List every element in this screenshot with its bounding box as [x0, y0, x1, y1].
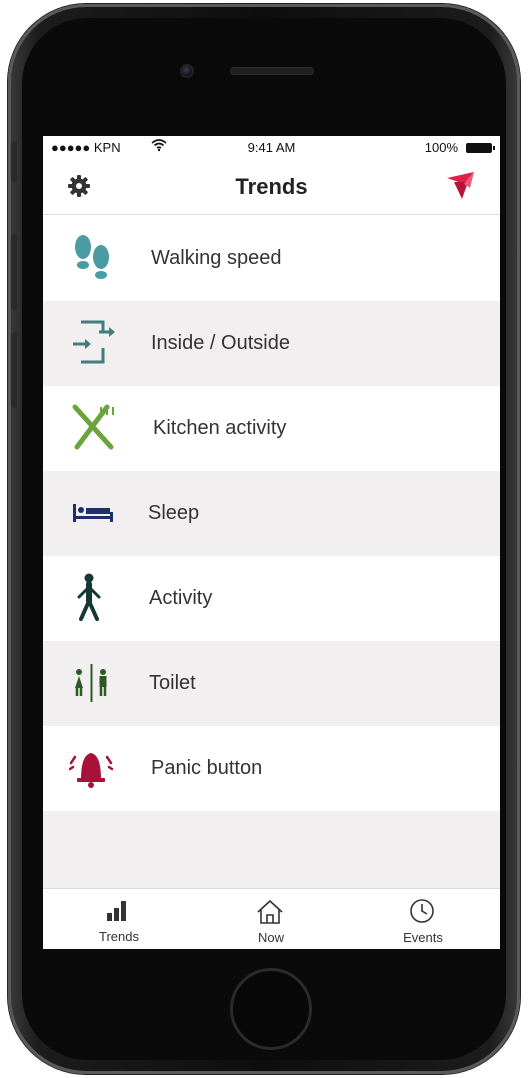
tab-label: Events: [403, 930, 443, 945]
battery-percent: 100%: [424, 140, 458, 155]
list-empty-area: [43, 811, 500, 888]
list-item-activity[interactable]: Activity: [43, 556, 500, 641]
list-item-label: Activity: [149, 587, 213, 609]
restroom-icon: [75, 664, 107, 702]
list-item-sleep[interactable]: Sleep: [43, 471, 500, 556]
tab-label: Trends: [99, 929, 139, 944]
tab-events[interactable]: Events: [347, 889, 499, 949]
tab-bar: Trends Now Events: [43, 888, 500, 949]
bed-icon: [73, 504, 113, 522]
page-title: Trends: [235, 174, 308, 199]
tab-trends[interactable]: Trends: [43, 889, 195, 949]
earpiece-speaker: [230, 67, 314, 75]
home-button[interactable]: [230, 968, 312, 1050]
clock-icon: [410, 899, 434, 923]
bird-logo-icon: [447, 172, 474, 199]
home-icon: [257, 899, 283, 924]
list-item-label: Walking speed: [151, 247, 282, 269]
front-camera: [180, 64, 194, 78]
list-item-label: Inside / Outside: [151, 332, 290, 354]
fork-knife-icon: [72, 404, 114, 450]
mute-switch: [11, 142, 17, 182]
list-item-inside-outside[interactable]: Inside / Outside: [43, 301, 500, 386]
tab-now[interactable]: Now: [195, 889, 347, 949]
list-item-label: Sleep: [148, 502, 200, 524]
status-bar: ●●●●● KPN 9:41 AM 100%: [43, 136, 500, 158]
volume-down-button: [11, 332, 17, 408]
door-exit-icon: [73, 320, 115, 364]
trend-list: Walking speed Inside / Outside Kitchen a…: [43, 216, 500, 811]
list-item-walking-speed[interactable]: Walking speed: [43, 216, 500, 301]
list-item-label: Kitchen activity: [153, 417, 287, 439]
list-item-toilet[interactable]: Toilet: [43, 641, 500, 726]
list-item-panic-button[interactable]: Panic button: [43, 726, 500, 811]
battery-icon: [466, 143, 495, 153]
bar-chart-icon: [107, 901, 126, 921]
list-item-label: Toilet: [149, 672, 196, 694]
list-item-kitchen-activity[interactable]: Kitchen activity: [43, 386, 500, 471]
alarm-bell-icon: [69, 753, 114, 788]
tab-label: Now: [257, 930, 284, 945]
footprints-icon: [75, 235, 109, 279]
volume-up-button: [11, 234, 17, 310]
walking-person-icon: [77, 573, 101, 621]
app-screen: ●●●●● KPN 9:41 AM 100% Trends Walking sp…: [43, 136, 500, 949]
navigation-bar: Trends: [43, 158, 500, 215]
list-item-label: Panic button: [151, 757, 263, 779]
